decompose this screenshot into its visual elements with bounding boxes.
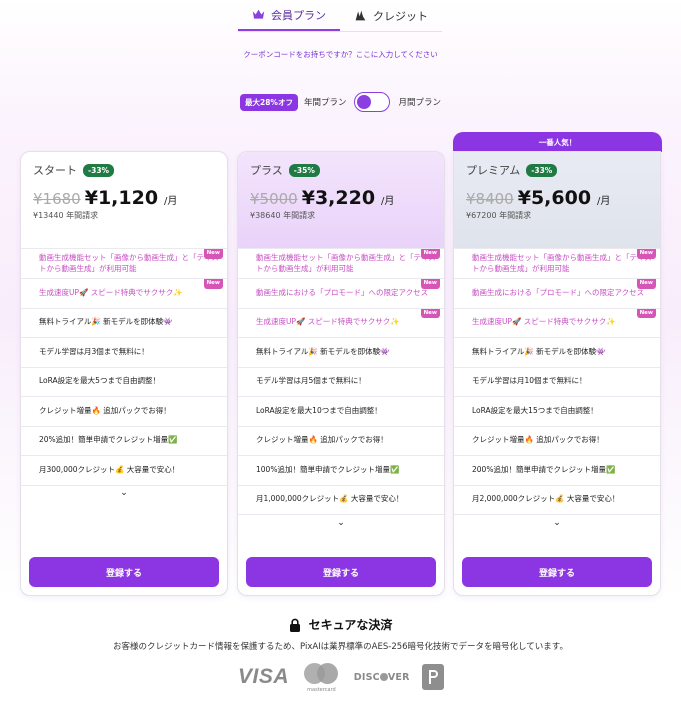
discounted-price: ¥5,600 [517, 187, 592, 209]
secure-title: セキュアな決済 [308, 618, 393, 632]
expand-chevron-icon[interactable]: ⌄ [454, 514, 660, 530]
switch-knob [357, 95, 372, 109]
max-discount-badge: 最大28%オフ [240, 93, 298, 111]
most-popular-banner: 一番人気！ [453, 132, 662, 152]
secure-payment-heading: セキュアな決済 [0, 616, 681, 633]
discounted-price: ¥3,220 [301, 187, 376, 209]
billing-toggle-row: 最大28%オフ 年間プラン 月間プラン [0, 92, 681, 112]
new-badge: New [636, 279, 656, 289]
new-badge: New [203, 249, 223, 259]
discover-logo: DISC VER [353, 671, 410, 683]
monthly-plan-label[interactable]: 月間プラン [398, 96, 441, 108]
discount-badge: -33% [83, 163, 115, 177]
price-period: /月 [164, 196, 178, 207]
feature-item: 動画生成機能セット「画像から動画生成」と「テキストから動画生成」が利用可能 New [238, 248, 444, 278]
feature-item: LoRA設定を最大15つまで自由調整！ [454, 396, 660, 426]
annual-billing: ¥38640 年間請求 [250, 211, 316, 220]
plan-name: スタート [33, 164, 77, 177]
feature-item: 100%追加！簡単申請でクレジット増量✅ [238, 455, 444, 485]
billing-period-switch[interactable] [354, 92, 391, 112]
feature-list: 動画生成機能セット「画像から動画生成」と「テキストから動画生成」が利用可能 New… [21, 248, 227, 501]
feature-item: LoRA設定を最大10つまで自由調整！ [238, 396, 444, 426]
feature-item: 生成速度UP🚀 スピード特典でサクサク✨ New [21, 278, 227, 308]
feature-item: モデル学習は月3個まで無料に！ [21, 337, 227, 367]
feature-item: クレジット増量🔥 追加パックでお得！ [21, 396, 227, 426]
annual-billing: ¥67200 年間請求 [466, 211, 532, 220]
discounted-price: ¥1,120 [84, 187, 159, 209]
feature-item: 月2,000,000クレジット💰 大容量で安心！ [454, 484, 660, 515]
annual-billing: ¥13440 年間請求 [33, 211, 99, 220]
expand-chevron-icon[interactable]: ⌄ [21, 484, 227, 501]
visa-logo: VISA [238, 665, 290, 688]
feature-item: クレジット増量🔥 追加パックでお得！ [238, 425, 444, 456]
register-button[interactable]: 登録する [462, 557, 652, 587]
new-badge: New [420, 279, 440, 289]
plan-card-plus: プラス -35% ¥5000 ¥3,220 /月 ¥38640 年間請求 動画生成… [237, 151, 445, 596]
plan-header: プレミアム -33% ¥8400 ¥5,600 /月 ¥67200 年間請求 [454, 152, 660, 248]
new-badge: New [636, 308, 656, 319]
feature-item: 月1,000,000クレジット💰 大容量で安心！ [238, 484, 444, 515]
register-button[interactable]: 登録する [246, 557, 436, 587]
feature-item: 生成速度UP🚀 スピード特典でサクサク✨ New [238, 307, 444, 338]
secure-description: お客様のクレジットカード情報を保護するため、PixAIは業界標準のAES-256… [113, 642, 568, 652]
price-period: /月 [597, 196, 611, 207]
feature-item: モデル学習は月5個まで無料に！ [238, 366, 444, 397]
coupon-link[interactable]: クーポンコードをお持ちですか？ここに入力してください [0, 49, 681, 60]
annual-plan-label[interactable]: 年間プラン [304, 96, 347, 108]
plan-name: プラス [250, 164, 283, 177]
feature-item: 無料トライアル🎉 新モデルを即体験👾 [238, 337, 444, 367]
plan-header: プラス -35% ¥5000 ¥3,220 /月 ¥38640 年間請求 [238, 152, 444, 248]
expand-chevron-icon[interactable]: ⌄ [238, 514, 444, 530]
feature-item: 無料トライアル🎉 新モデルを即体験👾 [454, 337, 660, 367]
original-price: ¥1680 [33, 190, 81, 208]
feature-item: 動画生成機能セット「画像から動画生成」と「テキストから動画生成」が利用可能 New [21, 248, 227, 278]
tab-label: クレジット [373, 9, 428, 23]
original-price: ¥5000 [250, 190, 298, 208]
crystal-icon [355, 10, 366, 21]
plan-card-premium: プレミアム -33% ¥8400 ¥5,600 /月 ¥67200 年間請求 動画… [453, 151, 661, 596]
new-badge: New [420, 308, 440, 319]
tab-membership-plans[interactable]: 会員プラン [238, 0, 340, 31]
feature-item: 月300,000クレジット💰 大容量で安心！ [21, 455, 227, 485]
plan-header: スタート -33% ¥1680 ¥1,120 /月 ¥13440 年間請求 [21, 152, 227, 248]
feature-item: クレジット増量🔥 追加パックでお得！ [454, 425, 660, 456]
tab-label: 会員プラン [271, 8, 326, 22]
register-button[interactable]: 登録する [29, 557, 219, 587]
payment-logos: VISA mastercard DISC VER [238, 660, 444, 694]
price-period: /月 [381, 196, 395, 207]
feature-item: 20%追加！簡単申請でクレジット増量✅ [21, 425, 227, 456]
plan-card-start: スタート -33% ¥1680 ¥1,120 /月 ¥13440 年間請求 動画生… [20, 151, 228, 596]
tab-credits[interactable]: クレジット [340, 0, 442, 31]
feature-item: 200%追加！簡単申請でクレジット増量✅ [454, 455, 660, 485]
new-badge: New [203, 279, 223, 289]
paypay-logo-icon [422, 664, 444, 690]
new-badge: New [420, 249, 440, 259]
crown-icon [252, 9, 265, 19]
feature-list: 動画生成機能セット「画像から動画生成」と「テキストから動画生成」が利用可能 New… [454, 248, 660, 530]
discount-badge: -35% [288, 163, 320, 177]
feature-item: 無料トライアル🎉 新モデルを即体験👾 [21, 307, 227, 338]
feature-item: 動画生成における「プロモード」への限定アクセス New [454, 278, 660, 308]
mastercard-logo: mastercard [301, 661, 341, 693]
new-badge: New [636, 249, 656, 259]
discount-badge: -33% [526, 163, 558, 177]
feature-item: 動画生成機能セット「画像から動画生成」と「テキストから動画生成」が利用可能 New [454, 248, 660, 278]
feature-item: 動画生成における「プロモード」への限定アクセス New [238, 278, 444, 308]
feature-list: 動画生成機能セット「画像から動画生成」と「テキストから動画生成」が利用可能 New… [238, 248, 444, 530]
original-price: ¥8400 [466, 190, 514, 208]
feature-item: モデル学習は月10個まで無料に！ [454, 366, 660, 397]
feature-item: 生成速度UP🚀 スピード特典でサクサク✨ New [454, 307, 660, 338]
plan-tabs: 会員プラン クレジット [238, 0, 442, 32]
plan-name: プレミアム [466, 164, 521, 177]
lock-icon [289, 618, 300, 632]
feature-item: LoRA設定を最大5つまで自由調整！ [21, 366, 227, 397]
